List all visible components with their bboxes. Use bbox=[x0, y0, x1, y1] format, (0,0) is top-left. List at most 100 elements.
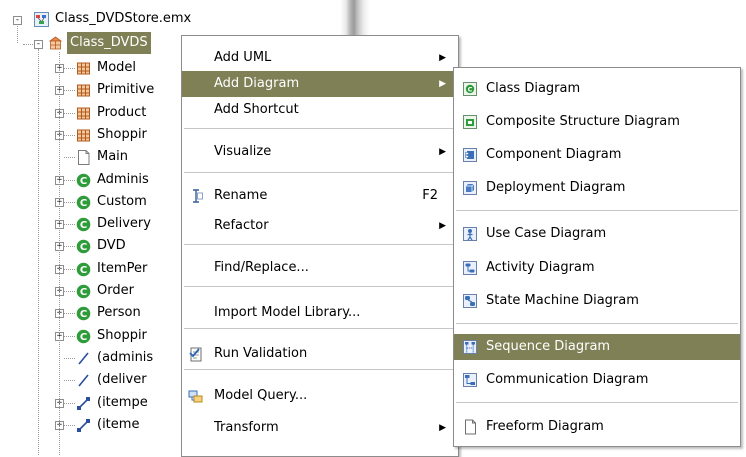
tree-guide-line bbox=[64, 113, 75, 114]
menu-item-add-uml[interactable]: Add UML ▶ bbox=[182, 45, 458, 71]
tree-node-label: Shoppir bbox=[97, 127, 147, 142]
menu-item-label: Run Validation bbox=[214, 346, 308, 361]
tree-guide-line bbox=[64, 291, 75, 292]
association-icon bbox=[77, 397, 90, 410]
tree-node[interactable]: (adminis bbox=[76, 347, 181, 369]
tree-guide-line bbox=[64, 68, 75, 69]
tree-node[interactable]: (itempe bbox=[76, 392, 181, 414]
submenu-item-state-machine-diagram[interactable]: State Machine Diagram bbox=[454, 288, 740, 314]
tree-node-label: Person bbox=[97, 305, 141, 320]
tree-guide-line bbox=[64, 425, 75, 426]
freeform-diagram-icon bbox=[465, 419, 476, 435]
composite-structure-diagram-icon bbox=[463, 115, 477, 129]
model-file-icon bbox=[34, 12, 49, 27]
tree-node[interactable]: C Delivery bbox=[76, 213, 181, 235]
menu-item-model-query[interactable]: Model Query... bbox=[182, 383, 458, 409]
menu-item-add-shortcut[interactable]: Add Shortcut bbox=[182, 97, 458, 123]
menu-item-rename[interactable]: Rename F2 bbox=[182, 183, 458, 209]
submenu-item-label: Sequence Diagram bbox=[486, 339, 611, 354]
submenu-item-freeform-diagram[interactable]: Freeform Diagram bbox=[454, 414, 740, 440]
svg-text:C: C bbox=[80, 265, 87, 276]
menu-item-label: Add UML bbox=[214, 50, 272, 65]
tree-node[interactable]: Primitive bbox=[76, 79, 181, 101]
tree-guide-line bbox=[64, 269, 75, 270]
tree-guide-line bbox=[64, 246, 75, 247]
class-diagram-icon: C bbox=[463, 82, 477, 96]
submenu-item-label: Use Case Diagram bbox=[486, 226, 607, 241]
component-diagram-icon bbox=[463, 148, 477, 162]
menu-item-label: Add Shortcut bbox=[214, 102, 299, 117]
submenu-item-composite-structure-diagram[interactable]: Composite Structure Diagram bbox=[454, 109, 740, 135]
svg-text:C: C bbox=[80, 198, 87, 209]
model-query-icon bbox=[188, 390, 203, 403]
tree-node-label: Order bbox=[97, 283, 134, 298]
tree-node[interactable]: Product bbox=[76, 102, 181, 124]
svg-text:C: C bbox=[80, 332, 87, 343]
tree-node-package[interactable]: Class_DVDS bbox=[48, 32, 188, 54]
collapse-toggle[interactable]: - bbox=[34, 40, 43, 49]
tree-node-label: Primitive bbox=[97, 82, 155, 97]
menu-item-refactor[interactable]: Refactor ▶ bbox=[182, 213, 458, 239]
submenu-item-component-diagram[interactable]: Component Diagram bbox=[454, 142, 740, 168]
sequence-diagram-icon bbox=[463, 340, 477, 354]
submenu-item-activity-diagram[interactable]: Activity Diagram bbox=[454, 255, 740, 281]
tree-node-label: (iteme bbox=[97, 417, 140, 432]
state-machine-diagram-icon bbox=[463, 294, 477, 308]
communication-diagram-icon bbox=[463, 373, 477, 387]
menu-item-add-diagram[interactable]: Add Diagram ▶ bbox=[182, 71, 458, 97]
association-icon bbox=[77, 419, 90, 432]
tree-node[interactable]: C Person bbox=[76, 302, 181, 324]
menu-separator bbox=[456, 210, 738, 211]
menu-item-label: Rename bbox=[214, 188, 268, 203]
tree-node[interactable]: C ItemPer bbox=[76, 258, 181, 280]
tree-node[interactable]: C Shoppir bbox=[76, 325, 181, 347]
menu-item-visualize[interactable]: Visualize ▶ bbox=[182, 139, 458, 165]
submenu-item-label: Freeform Diagram bbox=[486, 419, 604, 434]
submenu-item-sequence-diagram[interactable]: Sequence Diagram bbox=[454, 334, 740, 360]
tree-node-root[interactable]: Class_DVDStore.emx bbox=[34, 8, 234, 30]
tree-guide-line bbox=[17, 23, 18, 43]
tree-node-label: Adminis bbox=[97, 172, 149, 187]
menu-item-import-model-library[interactable]: Import Model Library... bbox=[182, 300, 458, 326]
menu-separator bbox=[184, 286, 456, 287]
menu-item-label: Model Query... bbox=[214, 388, 308, 403]
submenu-item-class-diagram[interactable]: C Class Diagram bbox=[454, 76, 740, 102]
tree-node[interactable]: Main bbox=[76, 146, 181, 168]
tree-guide-line bbox=[64, 313, 75, 314]
tree-node[interactable]: Shoppir bbox=[76, 124, 181, 146]
tree-guide-line bbox=[64, 90, 75, 91]
tree-node[interactable]: (deliver bbox=[76, 369, 181, 391]
activity-diagram-icon bbox=[463, 261, 477, 275]
tree-guide-line bbox=[64, 224, 75, 225]
tree-node[interactable]: C Adminis bbox=[76, 169, 181, 191]
tree-guide-line bbox=[64, 180, 75, 181]
menu-separator bbox=[184, 328, 456, 329]
submenu-arrow-icon: ▶ bbox=[439, 423, 446, 433]
tree-node[interactable]: Model bbox=[76, 57, 181, 79]
menu-item-find-replace[interactable]: Find/Replace... bbox=[182, 255, 458, 281]
menu-item-transform[interactable]: Transform ▶ bbox=[182, 415, 458, 441]
submenu-item-label: Composite Structure Diagram bbox=[486, 114, 680, 129]
svg-text:C: C bbox=[80, 220, 87, 231]
tree-guide-line bbox=[64, 135, 75, 136]
tree-node[interactable]: C DVD bbox=[76, 235, 181, 257]
add-diagram-submenu: C Class Diagram Composite Structure Diagra… bbox=[453, 67, 741, 447]
tree-guide-line bbox=[64, 157, 75, 158]
tree-node-label: (deliver bbox=[97, 372, 147, 387]
collapse-toggle[interactable]: - bbox=[13, 16, 22, 25]
submenu-item-communication-diagram[interactable]: Communication Diagram bbox=[454, 367, 740, 393]
menu-separator bbox=[456, 323, 738, 324]
tree-node[interactable]: C Custom bbox=[76, 191, 181, 213]
svg-text:C: C bbox=[80, 242, 87, 253]
class-icon: C bbox=[76, 262, 91, 277]
menu-item-run-validation[interactable]: Run Validation bbox=[182, 341, 458, 367]
class-icon: C bbox=[76, 173, 91, 188]
menu-item-label: Refactor bbox=[214, 218, 269, 233]
tree-guide-line bbox=[64, 403, 75, 404]
submenu-item-deployment-diagram[interactable]: Deployment Diagram bbox=[454, 175, 740, 201]
menu-separator bbox=[184, 172, 456, 173]
association-icon bbox=[78, 352, 89, 365]
tree-node[interactable]: C Order bbox=[76, 280, 181, 302]
tree-node[interactable]: (iteme bbox=[76, 414, 181, 436]
submenu-item-use-case-diagram[interactable]: Use Case Diagram bbox=[454, 221, 740, 247]
